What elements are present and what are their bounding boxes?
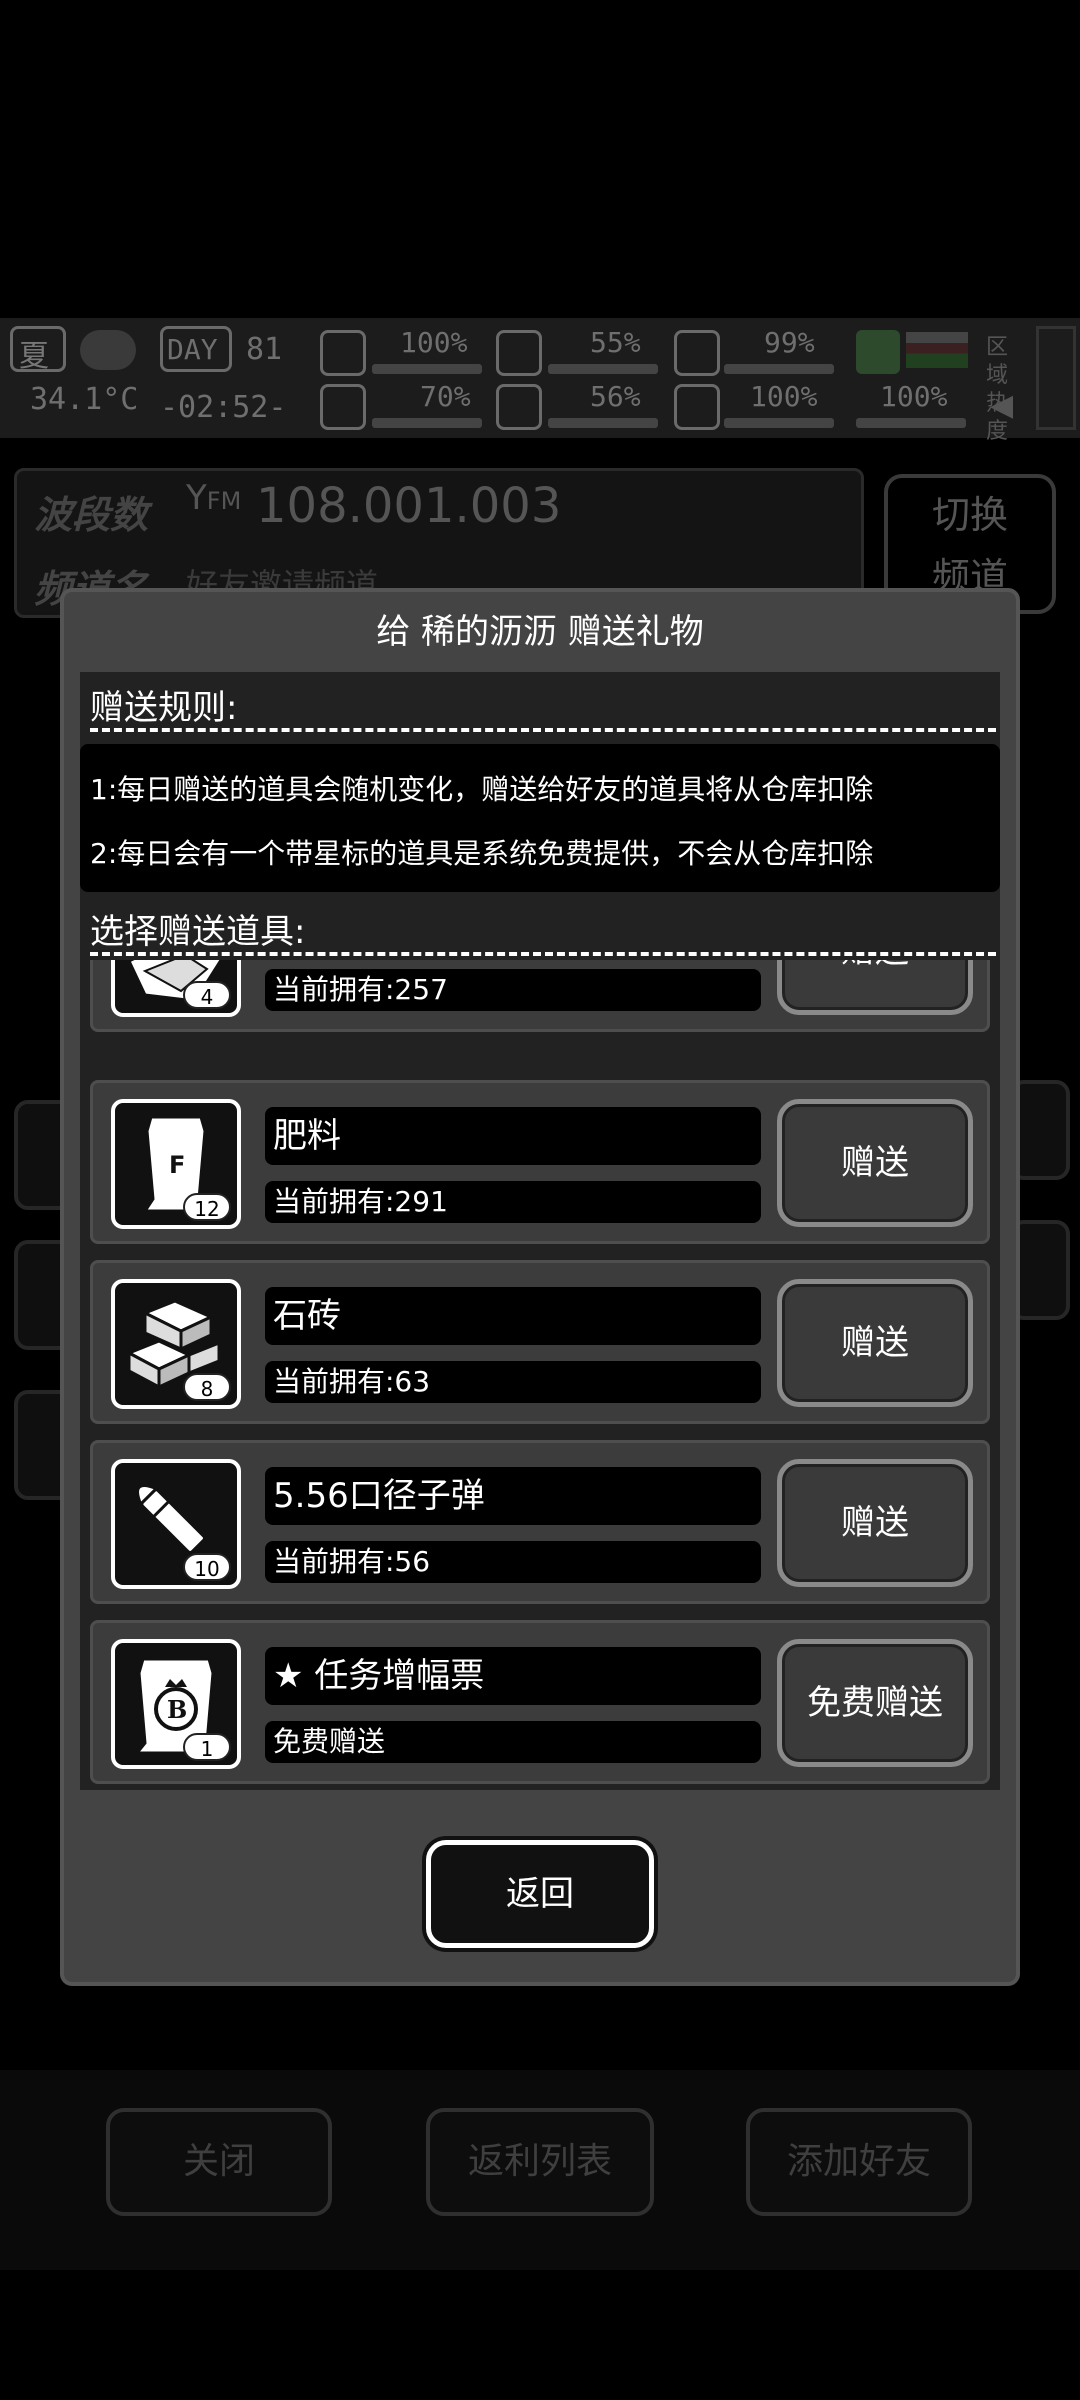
- gift-item: F 12 肥料 当前拥有:291 赠送: [90, 1080, 990, 1244]
- dialog-title: 给 稀的沥沥 赠送礼物: [376, 612, 704, 652]
- gift-item: 4 帆布 当前拥有:257 赠送: [90, 960, 990, 1032]
- rules-heading: 赠送规则:: [90, 688, 238, 728]
- dashed-divider: [90, 952, 996, 956]
- energy-bar: [856, 418, 966, 428]
- gift-item: 8 石砖 当前拥有:63 赠送: [90, 1260, 990, 1424]
- brain-icon: [320, 384, 366, 430]
- season-badge: 夏: [10, 326, 66, 374]
- rebate-list-button[interactable]: 返利列表: [426, 2108, 654, 2216]
- item-count-badge: 4: [183, 981, 231, 1009]
- gift-button[interactable]: 赠送: [777, 1279, 973, 1407]
- hunger-value: 55%: [590, 326, 641, 359]
- dashed-divider: [90, 728, 996, 732]
- water-drop-icon: [496, 384, 542, 430]
- hunger-bar: [548, 364, 658, 374]
- star-icon: ★: [273, 1656, 304, 1696]
- item-count-badge: 10: [183, 1553, 231, 1581]
- mood-bar: [724, 418, 834, 428]
- back-button[interactable]: 返回: [426, 1840, 654, 1948]
- item-owned: 当前拥有:56: [265, 1541, 761, 1583]
- close-button[interactable]: 关闭: [106, 2108, 332, 2216]
- ticket-bag-icon: B 1: [111, 1639, 241, 1769]
- gift-item-list[interactable]: 4 帆布 当前拥有:257 赠送 F 12 肥料 当前拥有:291 赠送: [80, 960, 1000, 1790]
- item-owned: 当前拥有:291: [265, 1181, 761, 1223]
- item-name: 肥料: [265, 1107, 761, 1165]
- item-name: ★ 任务增幅票: [265, 1647, 761, 1705]
- gift-button[interactable]: 赠送: [777, 960, 973, 1015]
- gift-item: 10 5.56口径子弹 当前拥有:56 赠送: [90, 1440, 990, 1604]
- thirst-value: 56%: [590, 380, 641, 413]
- sanity-value: 70%: [420, 380, 471, 413]
- cloud-icon: [80, 330, 136, 370]
- item-count-badge: 12: [183, 1193, 231, 1221]
- helmet-icon: [674, 330, 720, 376]
- health-bar: [372, 364, 482, 374]
- band-label: 波段数: [34, 493, 149, 537]
- health-value: 100%: [400, 326, 468, 359]
- sanity-bar: [372, 418, 482, 428]
- rule-line-2: 2:每日会有一个带星标的道具是系统免费提供，不会从仓库扣除: [90, 837, 874, 870]
- svg-text:F: F: [169, 1151, 185, 1179]
- item-owned: 免费赠送: [265, 1721, 761, 1763]
- stomach-icon: [496, 330, 542, 376]
- svg-text:B: B: [167, 1695, 187, 1724]
- medkit-icon: [320, 330, 366, 376]
- antenna-icon: YFM: [186, 478, 242, 518]
- select-heading: 选择赠送道具:: [90, 912, 306, 952]
- day-badge: DAY: [160, 326, 232, 372]
- region-flag: [906, 332, 968, 368]
- gift-button[interactable]: 赠送: [777, 1099, 973, 1227]
- fertilizer-bag-icon: F 12: [111, 1099, 241, 1229]
- clock-value: -02:52-: [160, 390, 287, 425]
- item-name: 石砖: [265, 1287, 761, 1345]
- gift-item-starred: B 1 ★ 任务增幅票 免费赠送 免费赠送: [90, 1620, 990, 1784]
- energy-value: 100%: [880, 380, 948, 413]
- rule-line-1: 1:每日赠送的道具会随机变化，赠送给好友的道具将从仓库扣除: [90, 773, 874, 806]
- free-gift-button[interactable]: 免费赠送: [777, 1639, 973, 1767]
- add-friend-button[interactable]: 添加好友: [746, 2108, 972, 2216]
- item-owned: 当前拥有:257: [265, 969, 761, 1011]
- bullet-icon: 10: [111, 1459, 241, 1589]
- item-owned: 当前拥有:63: [265, 1361, 761, 1403]
- cloth-icon: 4: [111, 960, 241, 1017]
- flask-icon: [856, 330, 900, 374]
- armor-value: 99%: [764, 326, 815, 359]
- item-count-badge: 8: [183, 1373, 231, 1401]
- item-count-badge: 1: [183, 1733, 231, 1761]
- gift-button[interactable]: 赠送: [777, 1459, 973, 1587]
- frequency-value: 108.001.003: [256, 478, 562, 534]
- item-name: 5.56口径子弹: [265, 1467, 761, 1525]
- temperature-value: 34.1°C: [30, 382, 139, 417]
- armor-bar: [724, 364, 834, 374]
- mood-value: 100%: [750, 380, 818, 413]
- bricks-icon: 8: [111, 1279, 241, 1409]
- heart-icon: [674, 384, 720, 430]
- day-number: 81: [246, 332, 283, 367]
- speaker-icon: ◀: [990, 388, 1014, 423]
- item-name-text: 任务增幅票: [314, 1656, 485, 1696]
- region-heat-meter: [1036, 326, 1076, 430]
- thirst-bar: [548, 418, 658, 428]
